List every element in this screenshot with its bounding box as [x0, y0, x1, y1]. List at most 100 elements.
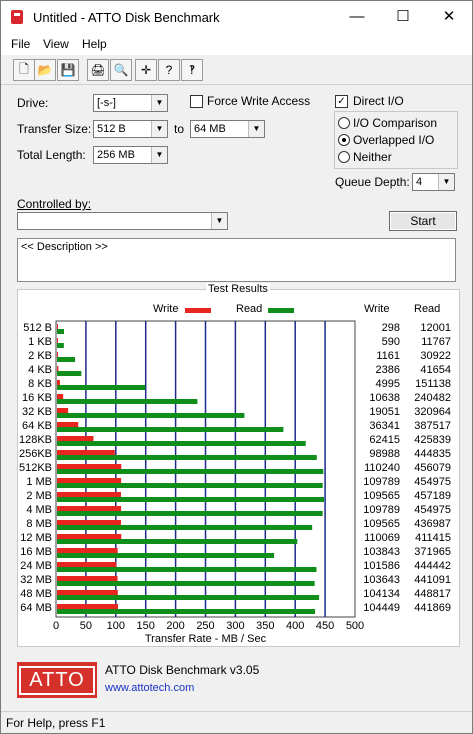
status-bar: For Help, press F1 [1, 711, 472, 734]
direct-io-checkbox[interactable]: ✓ [335, 95, 348, 108]
write-bar [57, 436, 94, 441]
x-tick-label: 50 [79, 620, 93, 632]
write-value: 19051 [369, 406, 400, 418]
minimize-button[interactable]: — [334, 1, 380, 33]
footer: ATTO ATTO Disk Benchmark v3.05 www.attot… [17, 658, 458, 702]
total-length-value: 256 MB [97, 149, 135, 161]
read-value: 454975 [414, 476, 451, 488]
read-value: 11767 [421, 336, 451, 348]
total-length-select[interactable]: 256 MB ▼ [93, 146, 168, 164]
neither-radio[interactable] [338, 151, 350, 163]
x-tick-label: 100 [106, 620, 125, 632]
read-bar [57, 609, 316, 614]
help-icon[interactable]: ? [158, 59, 180, 81]
menu-view[interactable]: View [43, 37, 69, 51]
close-button[interactable]: ✕ [426, 1, 472, 33]
write-bar [57, 478, 122, 483]
read-bar [57, 553, 275, 558]
toolbar: 🗋 📂 💾 🖨 🔍 ✛? ‽ [1, 56, 472, 85]
write-bar [57, 534, 122, 539]
move-icon[interactable]: ✛ [135, 59, 157, 81]
chevron-down-icon: ▼ [211, 213, 227, 229]
atto-logo: ATTO [17, 662, 97, 698]
description-textarea[interactable]: << Description >> [17, 238, 456, 282]
read-value: 457189 [414, 490, 451, 502]
chevron-down-icon: ▼ [151, 121, 167, 137]
write-bar [57, 492, 121, 497]
read-value: 320964 [414, 406, 451, 418]
write-value: 104134 [363, 588, 400, 600]
controlled-by-select[interactable]: ▼ [17, 212, 228, 230]
read-bar [57, 497, 325, 502]
write-value: 2386 [375, 364, 400, 376]
read-bar [57, 483, 323, 488]
category-label: 256KB [18, 448, 52, 460]
write-value: 36341 [369, 420, 400, 432]
write-value: 1161 [376, 350, 400, 362]
read-value: 12001 [420, 322, 451, 334]
drive-select[interactable]: [-s-] ▼ [93, 94, 168, 112]
write-bar [57, 464, 122, 469]
read-bar [57, 329, 65, 334]
queue-depth-value: 4 [416, 176, 423, 188]
open-icon[interactable]: 📂 [34, 59, 56, 81]
read-value: 425839 [414, 434, 451, 446]
status-text: For Help, press F1 [6, 716, 106, 730]
category-label: 4 MB [26, 504, 52, 516]
controlled-by-label: Controlled by: [17, 197, 92, 211]
category-label: 8 KB [28, 378, 52, 390]
category-label: 4 KB [28, 364, 52, 376]
transfer-from-select[interactable]: 512 B ▼ [93, 120, 168, 138]
website-link[interactable]: www.attotech.com [105, 682, 194, 694]
print-icon[interactable]: 🖨 [87, 59, 109, 81]
context-help-icon[interactable]: ‽ [181, 59, 203, 81]
total-length-label: Total Length: [17, 148, 86, 162]
write-value: 62415 [369, 434, 400, 446]
read-value: 371965 [414, 546, 451, 558]
force-write-label: Force Write Access [207, 94, 311, 108]
transfer-size-label: Transfer Size: [17, 122, 92, 136]
overlapped-io-radio[interactable] [338, 134, 350, 146]
x-tick-label: 500 [345, 620, 365, 632]
write-value: 101586 [363, 560, 400, 572]
maximize-button[interactable]: ☐ [380, 1, 426, 33]
to-label: to [174, 122, 185, 136]
transfer-to-select[interactable]: 64 MB ▼ [190, 120, 265, 138]
write-bar [57, 562, 117, 567]
chevron-down-icon: ▼ [438, 174, 454, 190]
write-value: 109565 [363, 490, 400, 502]
read-value: 456079 [414, 462, 451, 474]
read-bar [57, 413, 245, 418]
category-label: 8 MB [26, 518, 52, 530]
print-preview-icon[interactable]: 🔍 [110, 59, 132, 81]
read-value: 151138 [415, 378, 451, 390]
drive-label: Drive: [17, 96, 49, 110]
chevron-down-icon: ▼ [248, 121, 264, 137]
write-value: 109789 [363, 476, 400, 488]
io-comparison-radio[interactable] [338, 117, 350, 129]
start-button[interactable]: Start [389, 211, 457, 231]
transfer-to-value: 64 MB [194, 123, 226, 135]
menu-file[interactable]: File [11, 37, 30, 51]
force-write-checkbox[interactable] [190, 95, 203, 108]
read-value: 441091 [414, 574, 451, 586]
category-label: 1 KB [28, 336, 52, 348]
read-value: 240482 [414, 392, 451, 404]
write-bar [57, 338, 58, 343]
write-value: 590 [381, 336, 400, 348]
x-tick-label: 200 [166, 620, 185, 632]
read-value: 454975 [414, 504, 451, 516]
save-icon[interactable]: 💾 [57, 59, 79, 81]
chevron-down-icon: ▼ [151, 95, 167, 111]
new-icon[interactable]: 🗋 [13, 59, 35, 81]
queue-depth-select[interactable]: 4 ▼ [412, 173, 455, 191]
x-tick-label: 450 [315, 620, 335, 632]
write-bar [57, 450, 115, 455]
write-bar [57, 394, 64, 399]
read-value: 30922 [420, 350, 451, 362]
read-value: 441869 [414, 602, 451, 614]
write-bar [57, 380, 60, 385]
menu-help[interactable]: Help [82, 37, 107, 51]
read-bar [57, 469, 324, 474]
category-label: 512KB [18, 462, 52, 474]
